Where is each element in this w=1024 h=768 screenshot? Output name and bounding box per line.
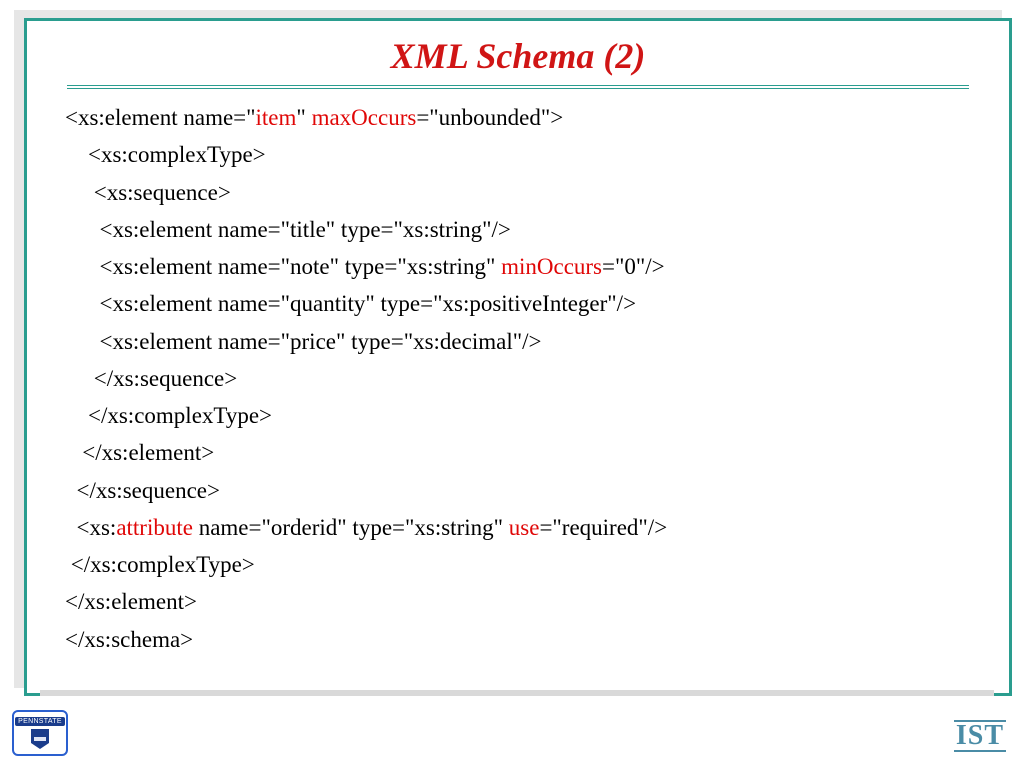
highlight-item: item	[256, 105, 297, 130]
code-line: <xs:element name="quantity" type="xs:pos…	[65, 291, 636, 316]
code-line: </xs:sequence>	[65, 366, 237, 391]
highlight-minoccurs: minOccurs	[501, 254, 602, 279]
highlight-use: use	[509, 515, 540, 540]
title-divider	[67, 85, 969, 89]
code-line: <xs:element name="price" type="xs:decima…	[65, 329, 541, 354]
shield-icon	[31, 729, 49, 749]
code-line: <xs:complexType>	[65, 142, 266, 167]
ist-logo: IST	[954, 720, 1006, 752]
code-line: </xs:complexType>	[65, 403, 272, 428]
code-line: <xs:attribute name="orderid" type="xs:st…	[65, 515, 667, 540]
code-line: </xs:schema>	[65, 627, 193, 652]
slide-content: XML Schema (2) <xs:element name="item" m…	[27, 21, 1009, 672]
code-line: </xs:sequence>	[65, 478, 220, 503]
highlight-attribute: attribute	[116, 515, 193, 540]
code-block: <xs:element name="item" maxOccurs="unbou…	[65, 99, 971, 658]
code-line: </xs:element>	[65, 440, 214, 465]
highlight-maxoccurs: maxOccurs	[312, 105, 417, 130]
slide-shadow-bottom	[40, 690, 994, 696]
pennstate-logo: PENNSTATE	[12, 710, 68, 756]
code-line: <xs:element name="item" maxOccurs="unbou…	[65, 105, 563, 130]
code-line: <xs:element name="title" type="xs:string…	[65, 217, 511, 242]
slide-title: XML Schema (2)	[65, 35, 971, 77]
code-line: </xs:complexType>	[65, 552, 255, 577]
code-line: </xs:element>	[65, 589, 197, 614]
pennstate-label: PENNSTATE	[15, 717, 65, 726]
code-line: <xs:sequence>	[65, 180, 231, 205]
code-line: <xs:element name="note" type="xs:string"…	[65, 254, 665, 279]
slide-frame: XML Schema (2) <xs:element name="item" m…	[24, 18, 1012, 696]
